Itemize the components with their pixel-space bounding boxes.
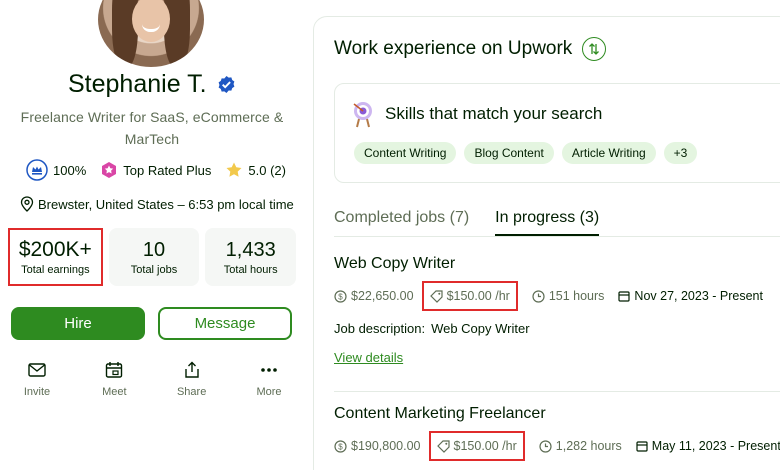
meet-label: Meet [102,386,127,398]
stat-total-jobs: 10 Total jobs [108,228,200,286]
skill-pills: Content Writing Blog Content Article Wri… [354,142,705,164]
location: Brewster, United States – 6:53 pm local … [20,196,294,212]
hire-button[interactable]: Hire [11,307,145,340]
skill-pill[interactable]: Blog Content [464,142,554,164]
actions-row: Invite Meet Share More [8,360,298,398]
job-date-value: Nov 27, 2023 - Present [634,289,763,303]
verified-icon [218,75,235,94]
job-hours: 151 hours [532,289,605,303]
stat-value: 10 [142,239,166,261]
work-experience-panel: Work experience on Upwork Skills that ma… [313,16,780,470]
stat-label: Total earnings [21,264,90,276]
tag-icon [429,289,443,303]
job-hours-value: 1,282 hours [555,439,622,453]
job-rate: $150.00 /hr [428,431,525,461]
more-skills-pill[interactable]: +3 [663,142,698,164]
clock-icon [532,289,545,303]
more-label: More [256,386,282,398]
sort-arrows-icon [589,43,600,55]
name-row: Stephanie T. [0,70,304,99]
top-rated-label: Top Rated Plus [123,162,212,178]
skill-pill[interactable]: Article Writing [561,142,656,164]
stat-value: 1,433 [225,239,276,261]
share-action[interactable]: Share [163,360,221,398]
job-divider [334,391,780,392]
job-earned-value: $22,650.00 [351,289,414,303]
badges-row: 100% Top Rated Plus 5.0 (2) [26,158,300,182]
clock-icon [539,439,552,453]
calendar-icon [636,441,648,452]
mail-icon [28,363,46,377]
job-item: Content Marketing Freelancer $ $190,800.… [334,405,780,461]
sort-button[interactable] [582,37,607,61]
share-icon [184,361,199,378]
stat-label: Total jobs [130,264,178,276]
share-label: Share [176,386,207,398]
avatar[interactable] [98,0,204,67]
job-hours: 1,282 hours [539,439,622,453]
svg-text:$: $ [338,292,343,301]
profile-sidebar: Stephanie T. Freelance Writer for SaaS, … [0,0,304,470]
stat-total-earnings: $200K+ Total earnings [8,228,103,286]
top-rated-icon [102,162,117,178]
dollar-icon: $ [334,289,347,303]
work-title: Work experience on Upwork [334,37,607,61]
job-rate: $150.00 /hr [421,281,518,311]
stats-row: $200K+ Total earnings 10 Total jobs 1,43… [8,228,297,286]
job-meta: $ $22,650.00 $150.00 /hr 151 hours Nov 2… [334,281,780,311]
job-rate-value: $150.00 /hr [446,289,510,303]
calendar-icon [618,291,631,302]
skills-match-box: Skills that match your search Content Wr… [334,83,780,183]
invite-label: Invite [23,386,51,398]
skills-heading: Skills that match your search [351,100,602,128]
job-item: Web Copy Writer $ $22,650.00 $150.00 /hr… [334,255,780,365]
location-text: Brewster, United States – 6:53 pm local … [38,196,294,212]
job-tabs: Completed jobs (7) In progress (3) [334,209,625,236]
top-rated-badge[interactable]: Top Rated Plus [100,161,211,179]
more-action[interactable]: More [240,360,298,398]
skills-heading-text: Skills that match your search [385,104,603,123]
job-description: Job description: Web Copy Writer [334,321,780,336]
tag-icon [436,439,450,453]
job-success-value: 100% [53,162,87,178]
job-earned: $ $190,800.00 [334,439,421,453]
star-icon [226,162,242,177]
calendar-icon [106,362,123,378]
work-title-text: Work experience on Upwork [334,38,573,59]
profile-name: Stephanie T. [68,70,207,98]
stat-label: Total hours [223,264,278,276]
message-button[interactable]: Message [158,307,292,340]
target-icon [353,102,372,128]
rating-value: 5.0 (2) [248,162,286,178]
job-date: May 11, 2023 - Present [636,439,780,453]
stat-total-hours: 1,433 Total hours [205,228,297,286]
more-icon [261,368,277,372]
stat-value: $200K+ [18,238,92,261]
job-meta: $ $190,800.00 $150.00 /hr 1,282 hours Ma… [334,431,780,461]
view-details-link[interactable]: View details [334,350,780,365]
crown-icon [26,159,48,181]
job-description-label: Job description: [334,321,426,336]
dollar-icon: $ [334,439,347,453]
rating-badge[interactable]: 5.0 (2) [225,161,286,179]
job-title[interactable]: Web Copy Writer [334,255,780,273]
job-rate-value: $150.00 /hr [453,439,517,453]
job-hours-value: 151 hours [548,289,605,303]
location-pin-icon [20,196,34,212]
job-description-value: Web Copy Writer [431,321,530,336]
svg-text:$: $ [338,442,343,451]
tab-in-progress[interactable]: In progress (3) [495,209,600,236]
skill-pill[interactable]: Content Writing [354,142,457,164]
tab-completed-jobs[interactable]: Completed jobs (7) [334,209,469,236]
job-earned-value: $190,800.00 [351,439,421,453]
job-title[interactable]: Content Marketing Freelancer [334,405,780,423]
meet-action[interactable]: Meet [85,360,143,398]
invite-action[interactable]: Invite [8,360,66,398]
job-success-badge[interactable]: 100% [26,159,86,181]
job-date: Nov 27, 2023 - Present [618,289,763,303]
tab-divider [334,236,780,237]
profile-title: Freelance Writer for SaaS, eCommerce & M… [20,109,284,147]
job-earned: $ $22,650.00 [334,289,414,303]
job-date-value: May 11, 2023 - Present [651,439,780,453]
